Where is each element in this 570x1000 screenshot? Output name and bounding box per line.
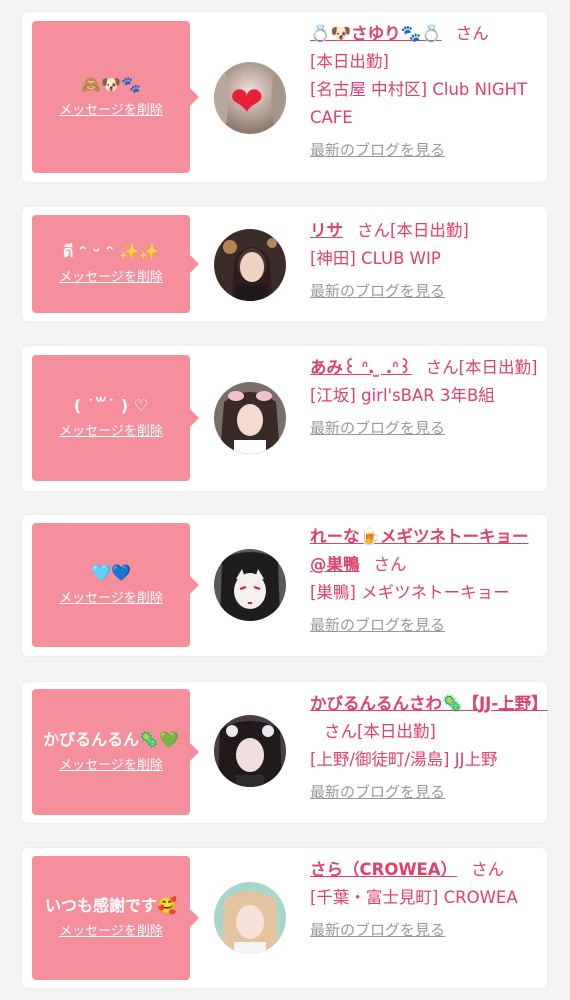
list-item: かびるんるん🦠💚 メッセージを削除 かびるんるんさわ🦠【JJ-上野】さん[本日出… [22, 682, 548, 823]
cast-name-link[interactable]: かびるんるんさわ🦠【JJ-上野】 [310, 694, 548, 713]
shop-info: [名古屋 中村区] Club NIGHT CAFE [310, 80, 528, 127]
message-bubble: かびるんるん🦠💚 メッセージを削除 [32, 689, 199, 815]
honorific: さん [455, 24, 489, 43]
cast-info: 💍🐶さゆり🐾💍 さん [本日出勤] [名古屋 中村区] Club NIGHT CA… [310, 20, 542, 164]
latest-blog-link[interactable]: 最新のブログを見る [310, 778, 445, 806]
shop-info: [上野/御徒町/湯島] JJ上野 [310, 750, 498, 769]
delete-message-link[interactable]: メッセージを削除 [59, 269, 163, 287]
message-bubble: いつも感謝です🥰 メッセージを削除 [32, 856, 199, 980]
latest-blog-link[interactable]: 最新のブログを見る [310, 136, 445, 164]
list-item: いつも感謝です🥰 メッセージを削除 さら（CROWEA） さん [千葉・富士見町]… [22, 848, 547, 988]
avatar[interactable] [214, 715, 286, 787]
heart-icon: ❤ [230, 79, 264, 125]
avatar[interactable] [214, 549, 286, 621]
message-text: 🙈🐶🐾 [81, 75, 141, 94]
cast-info: かびるんるんさわ🦠【JJ-上野】さん[本日出勤] [上野/御徒町/湯島] JJ上… [310, 690, 548, 806]
honorific: さん [373, 555, 407, 574]
delete-message-link[interactable]: メッセージを削除 [59, 102, 163, 120]
cast-name-link[interactable]: リサ [310, 221, 343, 240]
work-status: [本日出勤] [458, 358, 538, 377]
message-text: ดี ᵔ ᵕ ᵔ ✨✨ [63, 242, 159, 261]
shop-info: [神田] CLUB WIP [310, 249, 441, 268]
delete-message-link[interactable]: メッセージを削除 [59, 423, 163, 441]
shop-info: [巣鴨] メギツネトーキョー [310, 583, 510, 602]
cast-info: リサ さん[本日出勤] [神田] CLUB WIP 最新のブログを見る [310, 217, 542, 305]
avatar[interactable] [214, 382, 286, 454]
cast-name-link[interactable]: れーな🍺メギツネトーキョー@巣鴨 [310, 527, 529, 574]
honorific: さん [425, 358, 459, 377]
message-bubble: 🩵💙 メッセージを削除 [32, 523, 199, 647]
latest-blog-link[interactable]: 最新のブログを見る [310, 916, 445, 944]
avatar[interactable] [214, 229, 286, 301]
message-text: いつも感謝です🥰 [45, 896, 177, 915]
cast-info: れーな🍺メギツネトーキョー@巣鴨 さん [巣鴨] メギツネトーキョー 最新のブログ… [310, 523, 542, 639]
delete-message-link[interactable]: メッセージを削除 [59, 757, 163, 775]
work-status: [本日出勤] [390, 221, 469, 240]
avatar[interactable] [214, 882, 286, 954]
message-text: かびるんるん🦠💚 [43, 730, 179, 749]
honorific: さん [324, 722, 357, 741]
message-text: ( ˙꒳˙ ) ♡ [73, 396, 149, 415]
shop-info: [江坂] girl'sBAR 3年B組 [310, 386, 495, 405]
cast-info: さら（CROWEA） さん [千葉・富士見町] CROWEA 最新のブログを見る [310, 856, 542, 944]
list-item: ดี ᵔ ᵕ ᵔ ✨✨ メッセージを削除 リサ さん[本日出勤] [神田] CLU… [22, 207, 547, 321]
work-status: [本日出勤] [310, 52, 389, 71]
cast-info: あみ꒰ ᐢ. ̫ .ᐢ꒱ さん[本日出勤] [江坂] girl'sBAR 3年B組… [310, 354, 542, 442]
latest-blog-link[interactable]: 最新のブログを見る [310, 611, 445, 639]
list-item: 🩵💙 メッセージを削除 れーな🍺メギツネトーキョー@巣鴨 さん [巣鴨] メギツネ… [22, 515, 547, 656]
delete-message-link[interactable]: メッセージを削除 [59, 923, 163, 941]
message-text: 🩵💙 [91, 563, 131, 582]
list-item: ( ˙꒳˙ ) ♡ メッセージを削除 あみ꒰ ᐢ. ̫ .ᐢ꒱ さん[本日出勤] … [22, 346, 547, 491]
cast-name-link[interactable]: 💍🐶さゆり🐾💍 [310, 24, 442, 43]
shop-info: [千葉・富士見町] CROWEA [310, 888, 518, 907]
message-bubble: ดี ᵔ ᵕ ᵔ ✨✨ メッセージを削除 [32, 215, 199, 313]
cast-name-link[interactable]: さら（CROWEA） [310, 860, 457, 879]
message-bubble: 🙈🐶🐾 メッセージを削除 [32, 21, 199, 173]
message-bubble: ( ˙꒳˙ ) ♡ メッセージを削除 [32, 355, 199, 481]
list-item: 🙈🐶🐾 メッセージを削除 ❤ 💍🐶さゆり🐾💍 さん [本日出勤] [名古屋 中村… [22, 12, 547, 182]
honorific: さん [357, 221, 390, 240]
honorific: さん [471, 860, 505, 879]
avatar[interactable]: ❤ [214, 62, 286, 134]
cast-name-link[interactable]: あみ꒰ ᐢ. ̫ .ᐢ꒱ [310, 358, 412, 377]
message-list: 🙈🐶🐾 メッセージを削除 ❤ 💍🐶さゆり🐾💍 さん [本日出勤] [名古屋 中村… [0, 0, 570, 1000]
latest-blog-link[interactable]: 最新のブログを見る [310, 414, 445, 442]
delete-message-link[interactable]: メッセージを削除 [59, 590, 163, 608]
work-status: [本日出勤] [357, 722, 436, 741]
latest-blog-link[interactable]: 最新のブログを見る [310, 277, 445, 305]
